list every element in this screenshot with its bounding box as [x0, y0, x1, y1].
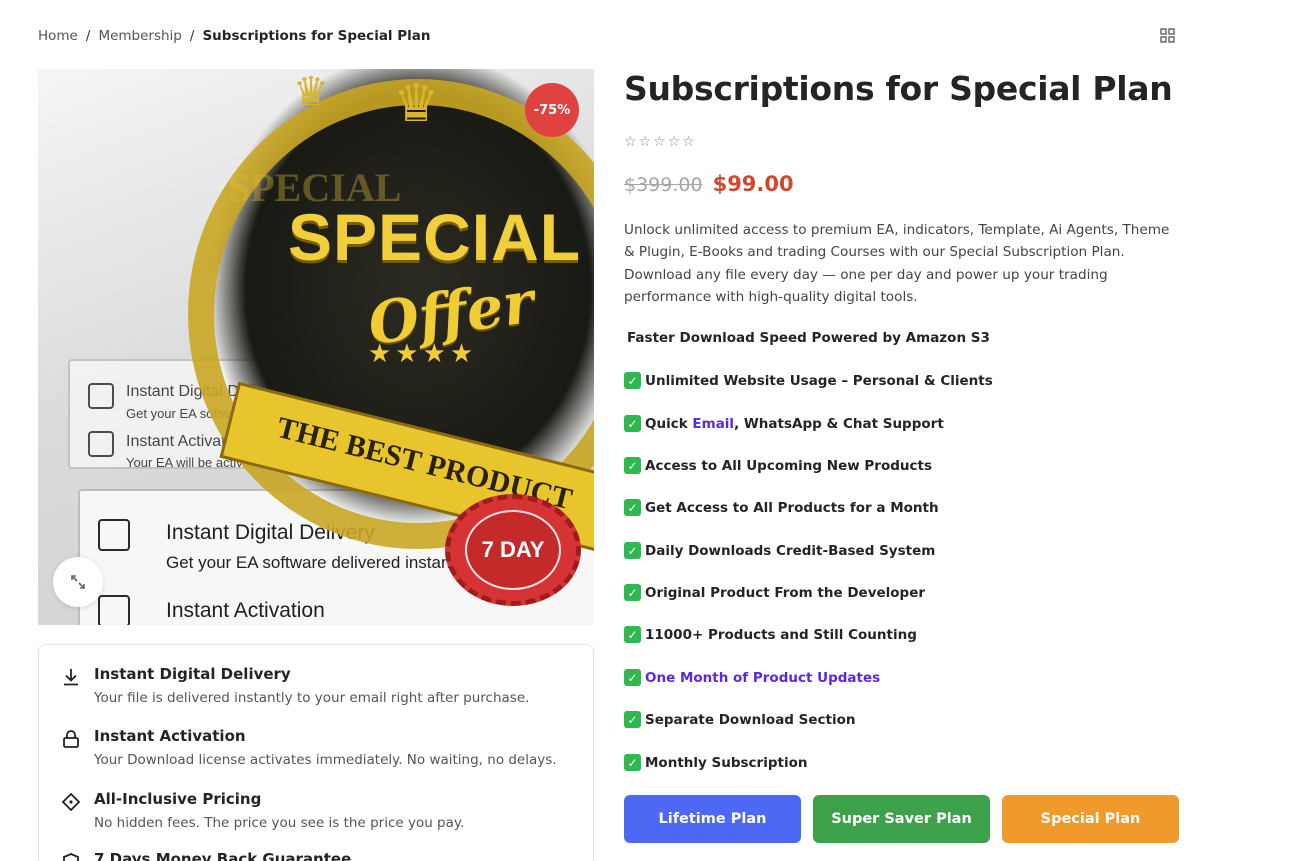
feature-desc: Your Download license activates immediat…: [94, 752, 557, 768]
tag-icon: [61, 792, 81, 812]
check-icon: ✓: [624, 669, 641, 686]
check-icon: ✓: [624, 457, 641, 474]
benefit-text: Unlimited Website Usage – Personal & Cli…: [645, 372, 993, 389]
download-icon: [64, 669, 78, 686]
check-icon: ✓: [624, 626, 641, 643]
benefit-text: 11000+ Products and Still Counting: [645, 626, 917, 643]
benefit-item: ✓ Original Product From the Developer: [624, 584, 925, 601]
shield-icon: [63, 853, 79, 861]
speed-note: Faster Download Speed Powered by Amazon …: [627, 330, 990, 346]
product-image[interactable]: Instant Digital Delivery Get your EA sof…: [38, 69, 594, 625]
special-text: SPECIAL: [288, 200, 582, 274]
check-icon: ✓: [624, 584, 641, 601]
empty-star-icon: ☆: [638, 134, 652, 150]
feature-title: Instant Activation: [94, 727, 246, 745]
discount-badge: -75%: [525, 83, 579, 137]
check-icon: ✓: [624, 372, 641, 389]
benefit-item: ✓ Access to All Upcoming New Products: [624, 457, 932, 474]
price: $399.00 $99.00: [624, 172, 794, 196]
breadcrumb-separator: /: [189, 28, 195, 44]
special-plan-button[interactable]: Special Plan: [1002, 795, 1179, 843]
check-icon: ✓: [624, 711, 641, 728]
benefit-item: ✓ One Month of Product Updates: [624, 669, 880, 686]
benefit-text: Daily Downloads Credit-Based System: [645, 542, 936, 559]
lifetime-plan-button[interactable]: Lifetime Plan: [624, 795, 801, 843]
image-panel-text: Instant Activation: [166, 599, 325, 622]
breadcrumb-home[interactable]: Home: [38, 28, 78, 44]
zoom-button[interactable]: [53, 557, 103, 607]
feature-desc: Your file is delivered instantly to your…: [94, 690, 530, 706]
breadcrumb: Home / Membership / Subscriptions for Sp…: [38, 28, 431, 44]
star-row: ★★★★: [368, 339, 478, 369]
benefit-text: , WhatsApp & Chat Support: [734, 415, 944, 432]
download-icon: [88, 383, 114, 409]
benefit-text: Quick: [645, 415, 693, 432]
crown-icon: ♛: [293, 69, 329, 115]
breadcrumb-current: Subscriptions for Special Plan: [202, 28, 431, 44]
check-icon: ✓: [624, 499, 641, 516]
star-rating[interactable]: ☆ ☆ ☆ ☆ ☆: [624, 134, 695, 150]
benefit-item: ✓ 11000+ Products and Still Counting: [624, 626, 917, 643]
breadcrumb-separator: /: [85, 28, 91, 44]
seal-text: 7 DAY: [465, 510, 561, 590]
benefit-text: Original Product From the Developer: [645, 584, 926, 601]
lock-icon: [88, 431, 114, 457]
benefit-text: Monthly Subscription: [645, 754, 808, 771]
expand-icon: [71, 575, 85, 589]
lock-icon: [98, 595, 130, 625]
grid-view-icon[interactable]: [1160, 28, 1175, 43]
empty-star-icon: ☆: [682, 134, 695, 150]
super-saver-plan-button[interactable]: Super Saver Plan: [813, 795, 990, 843]
email-link[interactable]: Email: [692, 416, 734, 432]
benefit-text: Get Access to All Products for a Month: [645, 499, 939, 516]
benefit-text: Separate Download Section: [645, 711, 856, 728]
benefit-text: Access to All Upcoming New Products: [645, 457, 933, 474]
price-sale: $99.00: [712, 172, 794, 196]
benefit-item: ✓ Quick Email , WhatsApp & Chat Support: [624, 415, 944, 432]
feature-title: 7 Days Money Back Guarantee: [94, 850, 352, 861]
breadcrumb-membership[interactable]: Membership: [98, 28, 181, 44]
feature-desc: No hidden fees. The price you see is the…: [94, 815, 465, 831]
check-icon: ✓: [624, 754, 641, 771]
empty-star-icon: ☆: [667, 134, 681, 150]
plan-buttons: Lifetime Plan Super Saver Plan Special P…: [624, 795, 1179, 843]
lock-icon: [63, 730, 79, 748]
benefit-item: ✓ Daily Downloads Credit-Based System: [624, 542, 935, 559]
check-icon: ✓: [624, 415, 641, 432]
benefit-item: ✓ Monthly Subscription: [624, 754, 807, 771]
benefit-item: ✓ Unlimited Website Usage – Personal & C…: [624, 372, 993, 389]
download-icon: [98, 519, 130, 551]
empty-star-icon: ☆: [624, 134, 637, 150]
check-icon: ✓: [624, 542, 641, 559]
product-title: Subscriptions for Special Plan: [624, 69, 1173, 108]
crown-icon: ♛: [393, 74, 440, 134]
feature-title: All-Inclusive Pricing: [94, 790, 262, 808]
money-back-seal: 7 DAY: [445, 494, 581, 606]
benefit-item: ✓ Get Access to All Products for a Month: [624, 499, 939, 516]
benefit-item: ✓ Separate Download Section: [624, 711, 856, 728]
features-box: Instant Digital Delivery Your file is de…: [38, 644, 594, 861]
price-original: $399.00: [624, 174, 703, 196]
product-description: Unlock unlimited access to premium EA, i…: [624, 222, 1170, 305]
product-updates-link[interactable]: One Month of Product Updates: [645, 670, 880, 686]
empty-star-icon: ☆: [653, 134, 666, 150]
feature-title: Instant Digital Delivery: [94, 665, 291, 683]
